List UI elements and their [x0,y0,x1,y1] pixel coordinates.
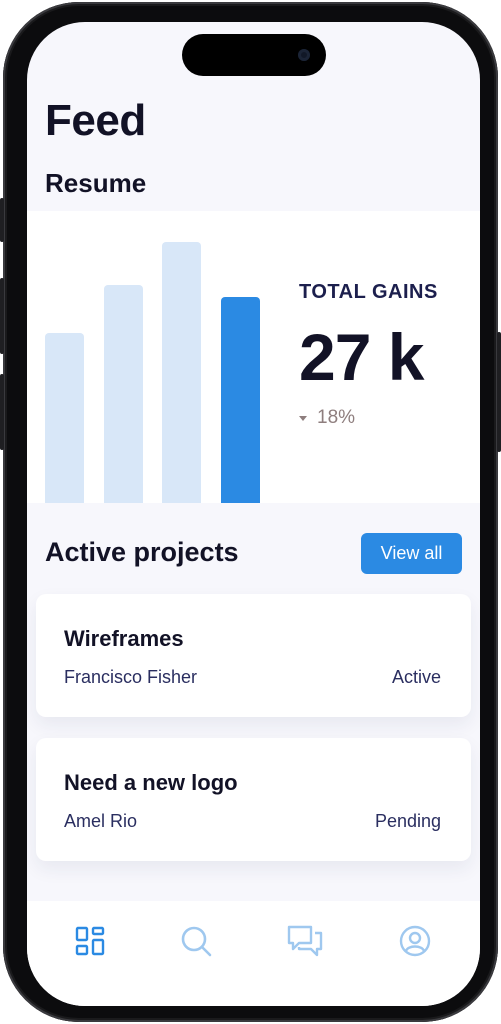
power-button [497,332,501,452]
gains-bar-chart [27,211,287,503]
phone-frame: Feed Resume TOTAL GAINS 27 k 18% Active … [0,2,501,1022]
dashboard-icon [75,926,105,956]
page-title: Feed [45,96,146,145]
project-status: Active [391,667,441,687]
chart-bar [45,333,84,503]
bottom-tab-bar [27,901,480,1006]
project-card[interactable]: Wireframes Francisco Fisher Active [36,594,471,717]
project-name: Wireframes [64,626,184,651]
tab-dashboard[interactable] [70,921,110,961]
action-button [0,198,4,242]
messages-icon [287,925,323,957]
resume-heading: Resume [45,168,147,198]
active-projects-heading: Active projects [45,537,239,567]
volume-up-button [0,278,4,354]
chart-bar [103,285,143,503]
chart-bar [220,297,260,503]
search-icon [181,926,212,957]
total-gains-label: TOTAL GAINS [299,281,438,303]
view-all-button[interactable]: View all [361,533,462,574]
total-gains-value: 27 k [299,320,424,394]
project-status: Pending [374,811,441,831]
gains-card: TOTAL GAINS 27 k 18% [27,211,480,503]
dynamic-island [182,34,326,76]
project-owner: Francisco Fisher [64,667,198,687]
camera-icon [298,49,310,61]
tab-messages[interactable] [285,921,325,961]
chart-bar [162,242,201,503]
screen: Feed Resume TOTAL GAINS 27 k 18% Active … [27,22,480,1006]
project-owner: Amel Rio [64,811,138,831]
tab-profile[interactable] [395,921,435,961]
tab-search[interactable] [176,921,216,961]
volume-down-button [0,374,4,450]
profile-icon [399,925,431,957]
gains-change: 18% [299,407,355,429]
project-name: Need a new logo [64,770,238,795]
caret-down-icon [299,415,307,421]
project-card[interactable]: Need a new logo Amel Rio Pending [36,738,471,861]
gains-change-value: 18% [317,407,356,428]
